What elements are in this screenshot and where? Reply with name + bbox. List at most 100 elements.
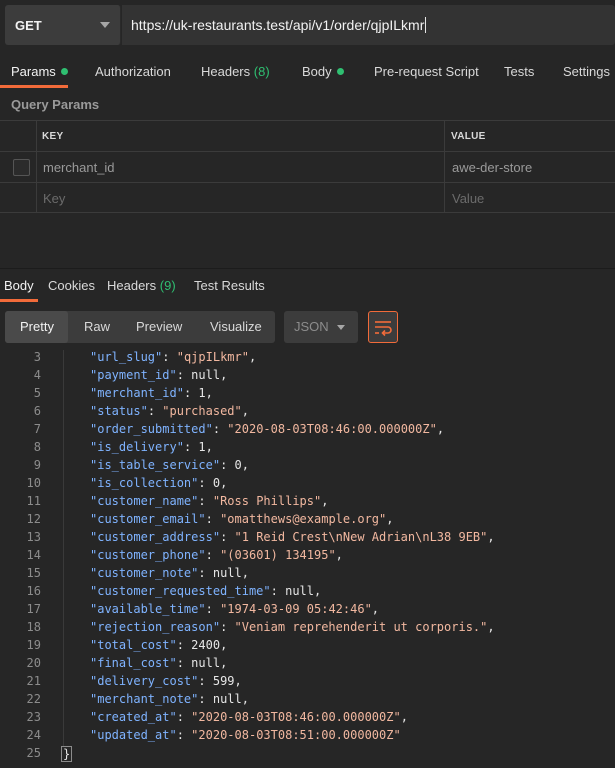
response-tab-headers[interactable]: Headers (9) [107,278,176,293]
code-line: 23 "created_at": "2020-08-03T08:46:00.000… [0,710,615,728]
response-toolbar: Pretty Raw Preview Visualize JSON [0,303,615,353]
indicator-dot-icon [60,68,68,75]
line-number: 16 [26,584,41,598]
new-key-input[interactable]: Key [43,191,65,206]
text-cursor [425,17,427,33]
response-tab-test-results[interactable]: Test Results [194,278,265,293]
query-params-label: Query Params [11,97,100,112]
panel-divider[interactable] [0,268,615,269]
indent-guide [63,458,64,476]
line-number: 19 [26,638,41,652]
tab-authorization[interactable]: Authorization [95,64,171,79]
json-property: "updated_at": "2020-08-03T08:51:00.00000… [90,728,401,742]
indent-guide [63,620,64,638]
response-body-code[interactable]: 3 "url_slug": "qjpILkmr", 4 "payment_id": n… [0,350,615,768]
format-select[interactable]: JSON [284,311,358,343]
line-number: 17 [26,602,41,616]
line-number: 11 [26,494,41,508]
view-preview-button[interactable]: Preview [136,319,182,334]
indent-guide [63,422,64,440]
code-line: 17 "available_time": "1974-03-09 05:42:46… [0,602,615,620]
json-key: customer_note [97,566,192,580]
table-row-new: Key Value [0,182,615,213]
json-property: "available_time": "1974-03-09 05:42:46", [90,602,380,616]
tab-settings[interactable]: Settings [563,64,610,79]
line-number: 18 [26,620,41,634]
json-key: customer_email [97,512,199,526]
json-key: updated_at [97,728,170,742]
line-number: 22 [26,692,41,706]
view-mode-segmented-control: Pretty Raw Preview Visualize [5,311,275,343]
response-tab-body[interactable]: Body [4,278,34,293]
url-input[interactable]: https://uk-restaurants.test/api/v1/order… [122,5,615,45]
line-number: 5 [33,386,41,400]
json-value: null [191,368,221,382]
json-value: 599 [212,674,235,688]
indent-guide [63,656,64,674]
json-value: "Veniam reprehenderit ut corporis." [234,620,488,634]
url-text: https://uk-restaurants.test/api/v1/order… [131,17,427,33]
column-divider [444,183,445,212]
view-visualize-button[interactable]: Visualize [210,319,262,334]
json-value: "2020-08-03T08:46:00.000000Z" [191,710,401,724]
line-number: 20 [26,656,41,670]
indent-guide [63,566,64,584]
code-line: 22 "merchant_note": null, [0,692,615,710]
param-key-field[interactable]: merchant_id [43,160,115,175]
json-key: is_delivery [97,440,177,454]
json-value: null [285,584,314,598]
json-property: "url_slug": "qjpILkmr", [90,350,257,364]
tab-headers[interactable]: Headers (8) [201,64,270,79]
line-number: 24 [26,728,41,742]
json-property: "final_cost": null, [90,656,228,670]
json-property: "customer_phone": "(03601) 134195", [90,548,343,562]
json-property: "delivery_cost": 599, [90,674,242,688]
indent-guide [63,512,64,530]
line-number: 25 [26,746,41,760]
column-divider [36,121,37,151]
table-header-row: KEY VALUE [0,120,615,151]
json-key: payment_id [97,368,170,382]
method-select[interactable]: GET [5,5,121,45]
json-key: rejection_reason [97,620,213,634]
json-value: 1 [198,440,206,454]
line-number: 8 [33,440,41,454]
json-value: 1 [198,386,206,400]
line-number: 21 [26,674,41,688]
indent-guide [63,710,64,728]
line-number: 14 [26,548,41,562]
json-value: "Ross Phillips" [212,494,322,508]
view-pretty-button[interactable]: Pretty [20,319,54,334]
indent-guide [63,728,64,746]
indicator-dot-icon [336,68,344,75]
wrap-lines-icon [375,321,392,337]
code-line: 7 "order_submitted": "2020-08-03T08:46:00… [0,422,615,440]
code-line: 13 "customer_address": "1 Reid Crest\nNew… [0,530,615,548]
view-raw-button[interactable]: Raw [84,319,110,334]
indent-guide [63,350,64,368]
json-key: total_cost [97,638,170,652]
tab-params[interactable]: Params [11,64,68,79]
json-value: 0 [234,458,242,472]
tab-tests[interactable]: Tests [504,64,534,79]
indent-guide [63,602,64,620]
active-tab-indicator [0,299,38,302]
code-line: 9 "is_table_service": 0, [0,458,615,476]
wrap-lines-button[interactable] [368,311,398,343]
request-tabs: Params Authorization Headers (8) Body Pr… [0,56,615,88]
response-tab-cookies[interactable]: Cookies [48,278,95,293]
code-line: 21 "delivery_cost": 599, [0,674,615,692]
tab-body[interactable]: Body [302,64,344,79]
json-property: "customer_name": "Ross Phillips", [90,494,329,508]
param-value-field[interactable]: awe-der-store [452,160,532,175]
param-enabled-checkbox[interactable] [13,159,30,176]
json-value: 0 [212,476,221,490]
json-key: is_table_service [97,458,213,472]
tab-pre-request-script[interactable]: Pre-request Script [374,64,479,79]
response-tabs: Body Cookies Headers (9) Test Results [0,270,615,302]
line-number: 7 [33,422,41,436]
new-value-input[interactable]: Value [452,191,484,206]
response-headers-count: (9) [159,278,176,293]
json-property: "merchant_id": 1, [90,386,213,400]
line-number: 13 [26,530,41,544]
